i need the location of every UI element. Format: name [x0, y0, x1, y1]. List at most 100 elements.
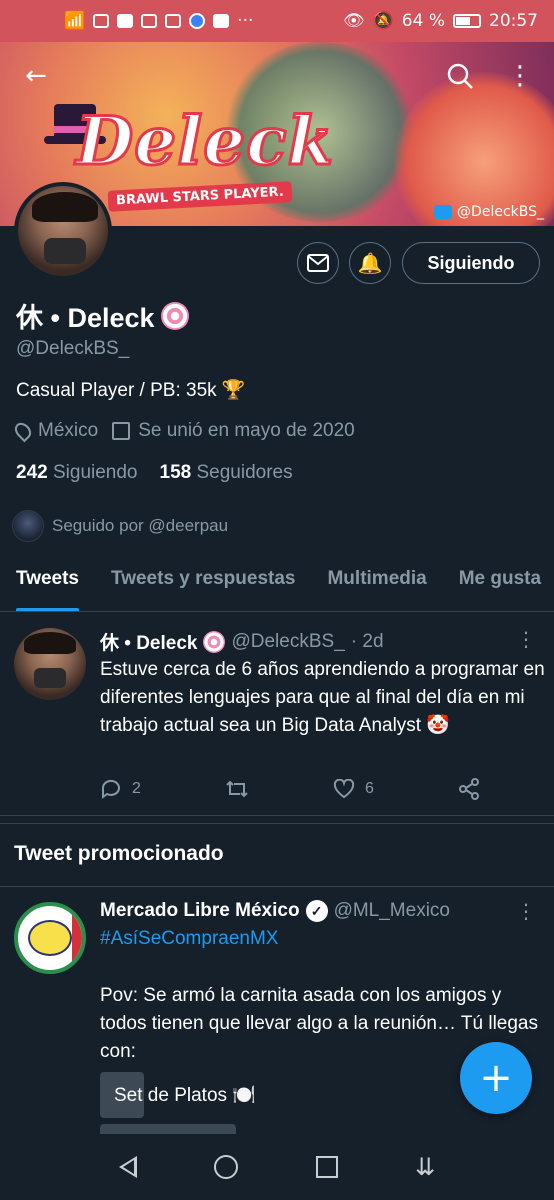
- profile-meta: México Se unió en mayo de 2020: [11, 419, 355, 443]
- mail-icon: [307, 254, 329, 272]
- bell-icon: 🔔: [357, 251, 383, 275]
- location-pin-icon: [11, 419, 35, 443]
- banner-tag-text: @DeleckBS_: [457, 204, 544, 220]
- nav-notifications-button[interactable]: ⇊: [415, 1153, 435, 1181]
- battery-percent: 64 %: [401, 11, 445, 31]
- profile-handle: @DeleckBS_: [16, 338, 130, 359]
- following-button[interactable]: Siguiendo: [402, 242, 540, 284]
- verified-icon: ✓: [305, 900, 328, 922]
- tab-tweets-replies[interactable]: Tweets y respuestas: [95, 558, 311, 611]
- reply-icon: [101, 779, 120, 799]
- tab-media[interactable]: Multimedia: [311, 558, 442, 611]
- share-button[interactable]: [458, 778, 480, 800]
- following-link[interactable]: 242 Siguiendo: [16, 462, 138, 484]
- nav-back-button[interactable]: [118, 1156, 137, 1178]
- kebab-icon: ⋮: [507, 61, 533, 91]
- mute-icon: 🔕: [372, 11, 394, 31]
- tweet-author: 休 • Deleck: [100, 633, 198, 654]
- banner-character: [394, 72, 554, 226]
- more-notifications: ···: [237, 11, 254, 31]
- avatar-mask: [44, 238, 86, 264]
- tweet-text: Estuve cerca de 6 años aprendiendo a pro…: [100, 659, 545, 736]
- back-button[interactable]: ←: [16, 56, 56, 96]
- calendar-icon: [112, 422, 131, 440]
- lollipop-icon: [160, 301, 189, 330]
- compose-tweet-button[interactable]: +: [460, 1042, 532, 1114]
- banner-tag: @DeleckBS_: [434, 204, 544, 220]
- system-nav-bar: ⇊: [0, 1134, 554, 1200]
- promoted-avatar[interactable]: [14, 902, 86, 974]
- following-label: Siguiendo: [52, 462, 138, 483]
- poll-option-1[interactable]: Set de Platos 🍽️: [114, 1083, 256, 1107]
- banner-title: Deleck: [74, 101, 335, 182]
- wifi-icon: [93, 14, 110, 28]
- profile-name-text: 休 • Deleck: [16, 303, 155, 333]
- eye-icon: 👁: [343, 11, 365, 31]
- retweet-button[interactable]: [225, 778, 249, 800]
- tweet-actions: 2 6: [100, 778, 480, 800]
- profile-avatar[interactable]: [14, 182, 112, 280]
- signal-icon: 📶: [64, 11, 86, 31]
- location-text: México: [38, 420, 99, 441]
- status-bar: 📶 ··· 👁 🔕 64 % 20:57: [0, 0, 554, 42]
- discord-icon: [141, 14, 158, 28]
- profile-name: 休 • Deleck: [16, 296, 189, 335]
- promoted-header: Mercado Libre México ✓ @ML_Mexico: [100, 900, 450, 922]
- status-right: 👁 🔕 64 % 20:57: [343, 11, 538, 31]
- like-count: 6: [365, 780, 374, 797]
- twitter-icon: [434, 205, 453, 219]
- join-date: Se unió en mayo de 2020: [112, 420, 355, 442]
- plus-icon: +: [479, 1055, 513, 1101]
- heart-icon: [333, 779, 355, 799]
- profile-tabs: Tweets Tweets y respuestas Multimedia Me…: [0, 558, 554, 612]
- clock: 20:57: [489, 11, 538, 31]
- followed-by-text: Seguido por @deerpau: [52, 516, 229, 535]
- tweet-more-button[interactable]: ⋮: [516, 629, 536, 649]
- app-icon: [165, 14, 182, 28]
- reply-count: 2: [132, 780, 141, 797]
- avatar: [12, 510, 44, 542]
- app-icon: [117, 14, 134, 28]
- promoted-author: Mercado Libre México: [100, 900, 300, 921]
- profile-bio: Casual Player / PB: 35k 🏆: [16, 380, 246, 401]
- tweet-time: · 2d: [350, 630, 384, 652]
- tweet-header: 休 • Deleck @DeleckBS_ · 2d: [100, 628, 384, 655]
- avatar-hair: [32, 192, 98, 222]
- tab-likes[interactable]: Me gusta: [443, 558, 554, 611]
- like-button[interactable]: 6: [333, 778, 374, 800]
- message-button[interactable]: [297, 242, 339, 284]
- search-icon: [447, 63, 473, 89]
- nav-home-button[interactable]: [214, 1155, 239, 1179]
- avatar-hair: [24, 632, 76, 654]
- notifications-button[interactable]: 🔔: [349, 242, 391, 284]
- reply-button[interactable]: 2: [100, 778, 141, 800]
- tweet[interactable]: 休 • Deleck @DeleckBS_ · 2d ⋮ Estuve cerc…: [0, 612, 554, 816]
- tweet-handle: @DeleckBS_: [231, 630, 345, 652]
- app-icon: [189, 13, 206, 29]
- divider: [0, 886, 554, 887]
- location: México: [11, 419, 99, 443]
- following-count: 242: [16, 462, 48, 483]
- follow-counts: 242 Siguiendo 158 Seguidores: [16, 462, 293, 484]
- more-options-button[interactable]: ⋮: [500, 56, 540, 96]
- avatar-mask: [34, 668, 66, 688]
- lollipop-icon: [203, 630, 226, 653]
- promoted-hashtag[interactable]: #AsíSeCompraenMX: [100, 928, 278, 950]
- tab-tweets[interactable]: Tweets: [0, 558, 95, 611]
- retweet-icon: [226, 780, 248, 798]
- divider: [0, 816, 554, 824]
- facebook-icon: [213, 14, 230, 28]
- battery-icon: [453, 14, 481, 28]
- handshake-logo-icon: [28, 920, 72, 956]
- search-button[interactable]: [440, 56, 480, 96]
- followers-link[interactable]: 158 Seguidores: [160, 462, 293, 484]
- status-left: 📶 ···: [64, 11, 253, 31]
- promoted-handle: @ML_Mexico: [333, 900, 450, 921]
- nav-recents-button[interactable]: [315, 1156, 338, 1178]
- promoted-more-button[interactable]: ⋮: [516, 901, 536, 921]
- share-icon: [459, 778, 479, 800]
- back-arrow-icon: ←: [25, 61, 47, 91]
- join-date-text: Se unió en mayo de 2020: [138, 420, 355, 441]
- followed-by[interactable]: Seguido por @deerpau: [12, 510, 228, 542]
- tweet-avatar[interactable]: [14, 628, 86, 700]
